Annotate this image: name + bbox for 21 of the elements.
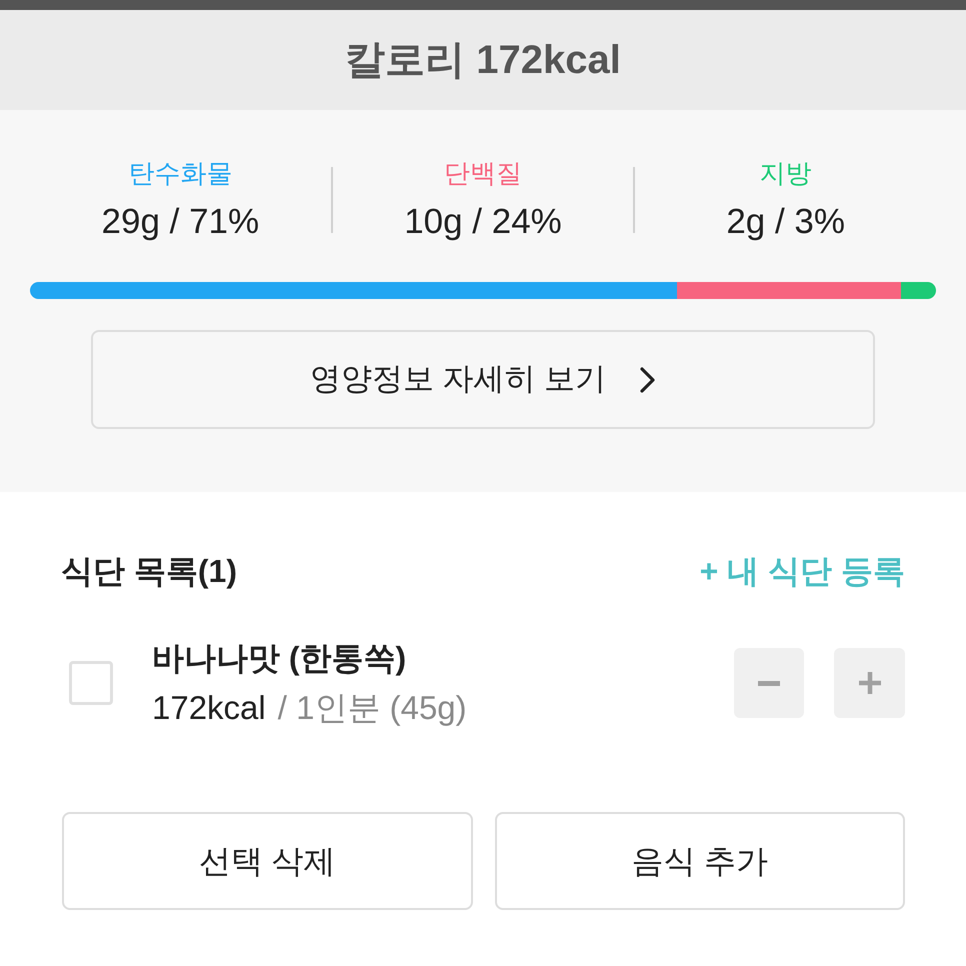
chevron-right-icon: [640, 366, 656, 392]
nutrition-detail-label: 영양정보 자세히 보기: [310, 360, 606, 398]
decrease-button[interactable]: [734, 648, 804, 718]
macro-value: 10g / 24%: [404, 201, 562, 243]
plus-icon: [858, 672, 880, 694]
macro-value: 2g / 3%: [726, 201, 846, 243]
action-button[interactable]: 선택 삭제: [62, 812, 472, 910]
diet-list-title: 식단 목록(1): [61, 552, 237, 591]
macro-value: 29g / 71%: [102, 201, 260, 243]
action-button[interactable]: 음식 추가: [494, 812, 905, 910]
increase-button[interactable]: [834, 648, 905, 718]
nutrition-detail-button[interactable]: 영양정보 자세히 보기: [91, 330, 875, 429]
food-calories: 172kcal: [152, 688, 266, 728]
macro-label: 단백질: [444, 157, 522, 190]
checkbox[interactable]: [69, 661, 113, 705]
food-serving: / 1인분 (45g): [278, 688, 467, 728]
macro-label: 탄수화물: [128, 157, 232, 190]
macro-label: 지방: [760, 157, 812, 190]
calorie-title: 칼로리 172kcal: [345, 37, 621, 84]
minus-icon: [758, 680, 780, 686]
food-name: 바나나맛 (한통쏙): [152, 639, 406, 678]
